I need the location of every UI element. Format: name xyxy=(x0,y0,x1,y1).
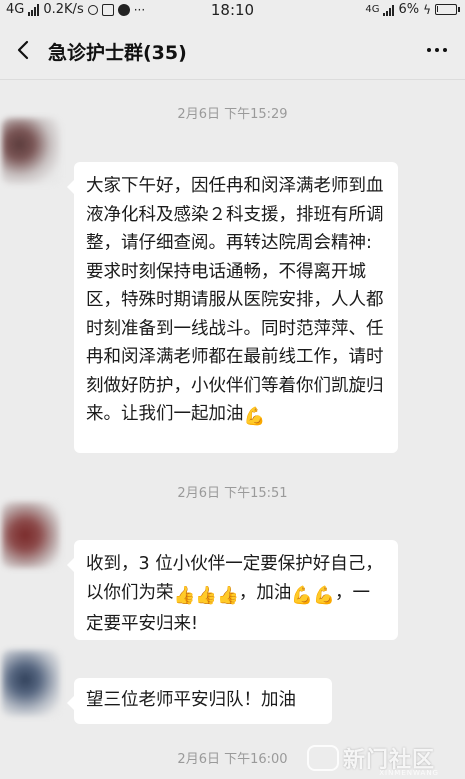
chevron-left-icon xyxy=(17,40,29,60)
avatar[interactable] xyxy=(2,118,60,184)
chat-header: 急诊护士群(35) xyxy=(0,22,465,80)
flexed-biceps-icon: 💪 xyxy=(313,585,335,606)
more-dots-icon xyxy=(427,48,431,52)
flexed-biceps-icon: 💪 xyxy=(243,407,266,427)
avatar[interactable] xyxy=(2,650,60,716)
network-type-right: 4G xyxy=(365,4,380,15)
chat-title: 急诊护士群(35) xyxy=(48,42,187,64)
message-text: 望三位老师平安归队！加油 xyxy=(86,690,296,710)
status-bar: 4G 0.2K/s ··· 18:10 4G 6% ϟ xyxy=(0,0,465,22)
flexed-biceps-icon: 💪 xyxy=(291,585,314,606)
message-bubble[interactable]: 望三位老师平安归队！加油 xyxy=(67,678,332,724)
battery-percent: 6% xyxy=(398,2,420,17)
battery-fill xyxy=(437,6,438,12)
message-timestamp: 2月6日 下午15:51 xyxy=(177,486,288,501)
message-bubble[interactable]: 收到，3 位小伙伴一定要保护好自己，以你们为荣👍👍👍，加油💪💪，一定要平安归来! xyxy=(67,540,398,640)
message-text-part2: ，加油 xyxy=(238,582,292,603)
more-button[interactable] xyxy=(419,34,455,66)
watermark: 新门社区 XINMENWANG xyxy=(307,743,457,777)
charging-icon: ϟ xyxy=(423,2,431,17)
message-timestamp: 2月6日 下午15:29 xyxy=(177,107,288,122)
avatar[interactable] xyxy=(2,502,60,568)
status-right: 4G 6% ϟ xyxy=(365,2,460,17)
thumbs-up-icon: 👍 xyxy=(217,585,239,606)
battery-icon xyxy=(435,4,460,15)
watermark-logo-icon xyxy=(307,745,339,771)
thumbs-up-icon: 👍 xyxy=(173,585,196,606)
message-bubble[interactable]: 大家下午好，因任冉和闵泽满老师到血液净化科及感染２科支援，排班有所调整，请仔细查… xyxy=(67,162,398,453)
back-button[interactable] xyxy=(6,32,42,68)
watermark-subtext: XINMENWANG xyxy=(379,769,439,777)
signal-icon-right xyxy=(383,4,395,16)
message-text: 大家下午好，因任冉和闵泽满老师到血液净化科及感染２科支援，排班有所调整，请仔细查… xyxy=(86,176,384,424)
thumbs-up-icon: 👍 xyxy=(195,585,218,606)
